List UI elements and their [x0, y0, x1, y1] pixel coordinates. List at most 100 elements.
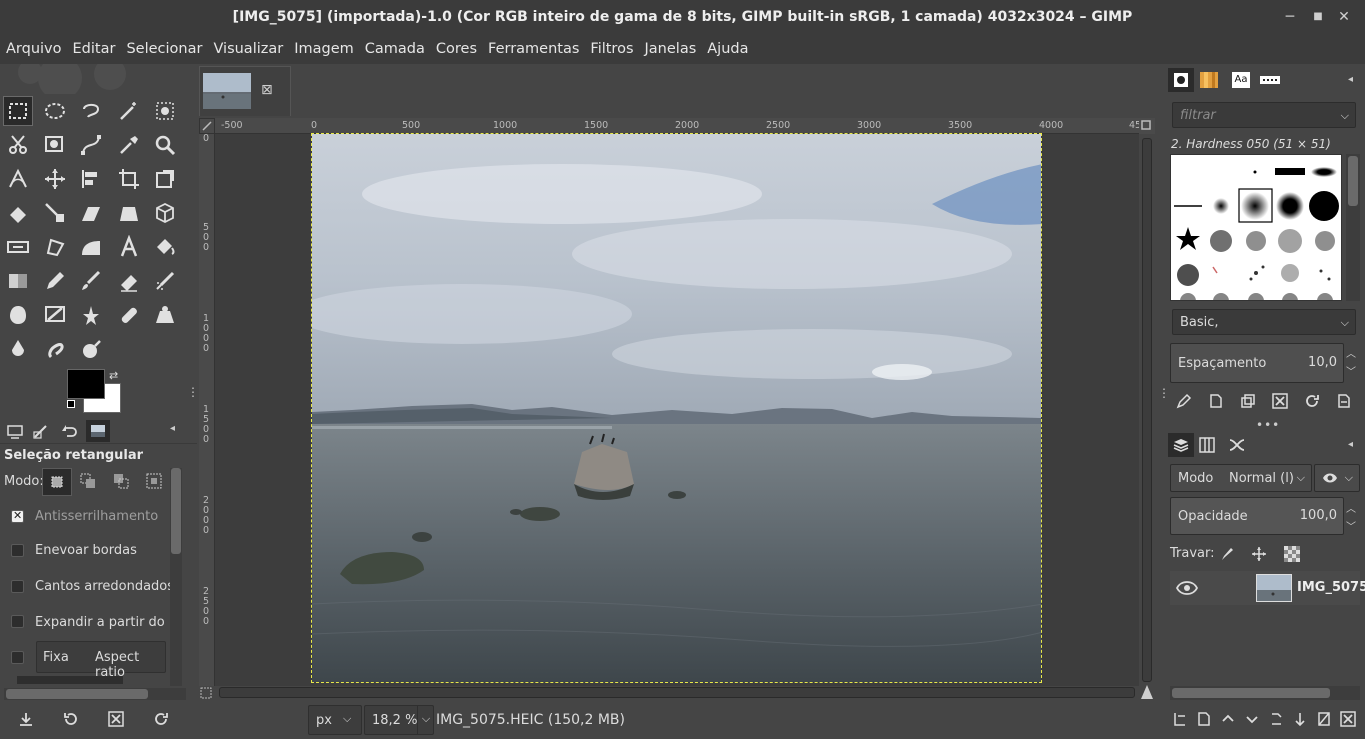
save-tool-preset-icon[interactable] — [18, 711, 34, 731]
close-icon[interactable]: ✕ — [1335, 8, 1353, 26]
antialias-checkbox[interactable] — [11, 509, 24, 523]
warp-transform-tool-icon[interactable] — [3, 232, 33, 262]
maximize-icon[interactable]: ■ — [1309, 8, 1327, 26]
open-brush-as-image-icon[interactable] — [1328, 389, 1360, 413]
gradient-tool-icon[interactable] — [3, 266, 33, 296]
paths-tool-icon[interactable] — [76, 130, 106, 160]
paths-tab-icon[interactable] — [1228, 437, 1246, 457]
spacing-slider[interactable]: Espaçamento 10,0 — [1170, 343, 1344, 383]
spacing-up-icon[interactable]: ︿ — [1346, 345, 1356, 360]
opacity-up-icon[interactable]: ︿ — [1346, 500, 1356, 515]
panel-menu-icon[interactable]: ◂ — [1348, 74, 1353, 85]
mode-replace-icon[interactable] — [42, 468, 72, 496]
layers-tab-icon[interactable] — [1168, 433, 1194, 457]
expand-center-checkbox[interactable] — [11, 615, 24, 628]
mask-layer-icon[interactable] — [1312, 707, 1336, 731]
undo-history-tab-icon[interactable] — [57, 420, 81, 442]
foreground-select-tool-icon[interactable] — [40, 130, 70, 160]
layer-visibility-eye-icon[interactable] — [1175, 579, 1199, 601]
refresh-brushes-icon[interactable] — [1296, 389, 1328, 413]
swap-colors-icon[interactable]: ⇄ — [109, 369, 118, 382]
measure-tool-icon[interactable] — [3, 164, 33, 194]
airbrush-tool-icon[interactable] — [150, 266, 180, 296]
fuzzy-select-tool-icon[interactable] — [114, 96, 144, 126]
navigation-preview-icon[interactable] — [1139, 684, 1155, 700]
opacity-slider[interactable]: Opacidade 100,0 — [1170, 497, 1344, 535]
navigate-icon[interactable] — [1139, 118, 1155, 134]
layers-hscroll[interactable] — [1170, 686, 1360, 700]
menu-filters[interactable]: Filtros — [590, 41, 633, 57]
restore-tool-preset-icon[interactable] — [63, 711, 79, 731]
edit-brush-icon[interactable] — [1168, 389, 1200, 413]
delete-brush-icon[interactable] — [1264, 389, 1296, 413]
select-by-color-tool-icon[interactable] — [150, 96, 180, 126]
mypaint-brush-tool-icon[interactable] — [40, 300, 70, 330]
default-colors-icon[interactable] — [67, 400, 75, 408]
canvas-vertical-scrollbar[interactable] — [1139, 134, 1155, 686]
brush-grid[interactable] — [1170, 154, 1342, 301]
composite-mode-selector[interactable]: ⌵ — [1314, 464, 1360, 492]
perspective-tool-icon[interactable] — [114, 198, 144, 228]
chevron-down-icon[interactable]: ⌵ — [417, 706, 434, 734]
shear-tool-icon[interactable] — [76, 198, 106, 228]
menu-image[interactable]: Imagem — [294, 41, 354, 57]
dock-separator-handle-icon[interactable]: ••• — [1256, 418, 1280, 432]
panel-menu-icon[interactable]: ◂ — [1348, 439, 1353, 450]
menu-windows[interactable]: Janelas — [645, 41, 697, 57]
lock-pixels-icon[interactable] — [1219, 546, 1235, 566]
fixed-aspect-dropdown[interactable]: Fixa Aspect ratio — [36, 641, 166, 680]
minimize-icon[interactable]: ─ — [1281, 8, 1299, 26]
eraser-tool-icon[interactable] — [114, 266, 144, 296]
ellipse-select-tool-icon[interactable] — [40, 96, 70, 126]
feather-checkbox[interactable] — [11, 544, 24, 557]
layer-mode-selector[interactable]: Modo Normal (l) ⌵ — [1170, 464, 1312, 492]
clone-tool-icon[interactable] — [76, 300, 106, 330]
smudge-tool-icon[interactable] — [40, 334, 70, 364]
brush-grid-scrollbar[interactable] — [1346, 154, 1360, 301]
paint-dynamics-tab-icon[interactable] — [1260, 72, 1280, 92]
paintbrush-tool-icon[interactable] — [76, 266, 106, 296]
crop-tool-icon[interactable] — [114, 164, 144, 194]
mode-subtract-icon[interactable] — [113, 473, 129, 493]
zoom-tool-icon[interactable] — [150, 130, 180, 160]
new-brush-icon[interactable] — [1200, 389, 1232, 413]
raise-layer-icon[interactable] — [1216, 707, 1240, 731]
dodge-burn-tool-icon[interactable] — [76, 334, 106, 364]
anchor-layer-icon[interactable] — [1288, 707, 1312, 731]
opacity-down-icon[interactable]: ﹀ — [1346, 518, 1356, 533]
reset-tool-options-icon[interactable] — [153, 711, 169, 731]
unified-transform-tool-icon[interactable] — [150, 164, 180, 194]
zoom-on-resize-icon[interactable] — [199, 686, 215, 700]
scale-tool-icon[interactable] — [40, 198, 70, 228]
handle-transform-tool-icon[interactable] — [40, 232, 70, 262]
cage-transform-tool-icon[interactable] — [76, 232, 106, 262]
rotate-tool-icon[interactable] — [3, 198, 33, 228]
lock-position-icon[interactable] — [1251, 546, 1267, 566]
zoom-selector[interactable]: 18,2 % ⌵ — [364, 705, 434, 735]
delete-layer-icon[interactable] — [1336, 707, 1360, 731]
menu-select[interactable]: Selecionar — [126, 41, 202, 57]
quick-mask-icon[interactable] — [199, 118, 215, 134]
free-select-tool-icon[interactable] — [76, 96, 106, 126]
menu-layer[interactable]: Camada — [365, 41, 425, 57]
menu-help[interactable]: Ajuda — [707, 41, 748, 57]
pencil-tool-icon[interactable] — [40, 266, 70, 296]
spacing-down-icon[interactable]: ﹀ — [1346, 363, 1356, 378]
menu-colors[interactable]: Cores — [436, 41, 477, 57]
layer-name[interactable]: IMG_5075. — [1297, 580, 1365, 595]
fixed-checkbox[interactable] — [11, 651, 24, 664]
tool-options-tab-icon[interactable] — [3, 420, 27, 442]
lock-alpha-icon[interactable] — [1284, 546, 1300, 566]
images-tab-icon[interactable] — [86, 420, 110, 442]
blur-tool-icon[interactable] — [3, 334, 33, 364]
image-photo[interactable] — [311, 133, 1042, 683]
tool-options-vscroll[interactable] — [170, 468, 182, 686]
tool-options-hscroll[interactable] — [4, 688, 186, 700]
layer-row[interactable]: IMG_5075. — [1170, 571, 1365, 605]
delete-tool-preset-icon[interactable] — [108, 711, 124, 731]
lower-layer-icon[interactable] — [1240, 707, 1264, 731]
rect-select-tool-icon[interactable] — [3, 96, 33, 126]
patterns-tab-icon[interactable] — [1200, 72, 1218, 92]
menu-tools[interactable]: Ferramentas — [488, 41, 579, 57]
ink-tool-icon[interactable] — [3, 300, 33, 330]
